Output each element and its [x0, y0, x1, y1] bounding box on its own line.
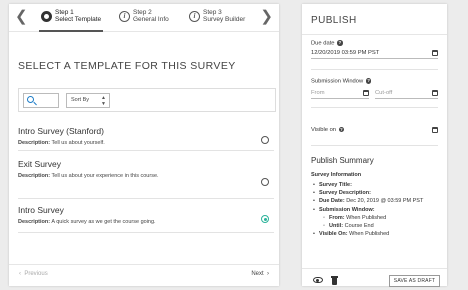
divider: [9, 264, 279, 265]
stepper: ❮ Step 1 Select Template i Step 2 Genera…: [9, 4, 279, 32]
summary-item: Due Date: Dec 20, 2019 @ 03:59 PM PST: [311, 197, 423, 205]
divider: [18, 232, 274, 233]
active-step-underline: [39, 30, 103, 32]
publish-summary-title: Publish Summary: [311, 156, 374, 165]
search-icon: [27, 96, 34, 103]
step-number: Step 2: [133, 9, 152, 16]
from-field[interactable]: From: [311, 89, 369, 99]
template-description: Description: A quick survey as we get th…: [18, 219, 156, 225]
publish-title: PUBLISH: [311, 15, 357, 26]
summary-item: Submission Window:: [311, 206, 423, 214]
divider: [311, 69, 438, 70]
step-title: Survey Builder: [203, 16, 246, 23]
divider: [302, 34, 447, 35]
sort-by-label: Sort By: [71, 97, 90, 103]
summary-subitem: Until: Course End: [311, 222, 423, 230]
template-name: Intro Survey (Stanford): [18, 126, 104, 136]
info-icon: i: [189, 11, 200, 22]
step-number: Step 3: [203, 9, 222, 16]
calendar-icon[interactable]: [432, 127, 438, 133]
help-icon[interactable]: ?: [365, 78, 372, 84]
template-radio[interactable]: [261, 136, 269, 144]
calendar-icon[interactable]: [363, 90, 369, 96]
help-icon[interactable]: ?: [338, 126, 345, 133]
step-title: Select Template: [55, 16, 102, 23]
calendar-icon[interactable]: [432, 50, 438, 56]
template-radio-selected[interactable]: [261, 215, 269, 223]
sort-arrows-icon: ▲ ▼: [101, 95, 106, 107]
page-title: SELECT A TEMPLATE FOR THIS SURVEY: [18, 60, 236, 72]
next-button[interactable]: Next ›: [251, 271, 269, 277]
divider: [18, 150, 274, 151]
submission-window-label: Submission Window ?: [311, 78, 372, 85]
template-panel: ❮ Step 1 Select Template i Step 2 Genera…: [9, 4, 279, 286]
template-name: Intro Survey: [18, 205, 64, 215]
summary-list: Survey Title: Survey Description: Due Da…: [311, 181, 423, 239]
info-icon: i: [119, 11, 130, 22]
due-date-label: Due date ?: [311, 40, 343, 47]
chevron-left-icon[interactable]: ❮: [15, 9, 28, 25]
divider: [311, 107, 438, 108]
preview-eye-icon[interactable]: [313, 277, 323, 283]
summary-subitem: From: When Published: [311, 214, 423, 222]
template-item[interactable]: Intro Survey (Stanford) Description: Tel…: [18, 126, 274, 151]
template-name: Exit Survey: [18, 159, 61, 169]
step-title: General Info: [133, 16, 169, 23]
divider: [311, 145, 438, 146]
template-radio[interactable]: [261, 178, 269, 186]
summary-subtitle: Survey Information: [311, 172, 362, 178]
visible-on-field[interactable]: Visible on ?: [311, 126, 438, 136]
help-icon[interactable]: ?: [337, 40, 343, 46]
sort-by-select[interactable]: Sort By ▲ ▼: [66, 93, 110, 108]
template-item[interactable]: Intro Survey Description: A quick survey…: [18, 205, 274, 233]
template-toolbar: Sort By ▲ ▼: [18, 88, 276, 112]
cutoff-field[interactable]: Cut-off: [375, 89, 438, 99]
summary-item: Visible On: When Published: [311, 230, 423, 238]
step-current-icon: [41, 11, 52, 22]
search-input[interactable]: [23, 93, 59, 108]
divider: [302, 268, 447, 269]
template-item[interactable]: Exit Survey Description: Tell us about y…: [18, 159, 274, 199]
calendar-icon[interactable]: [432, 90, 438, 96]
summary-item: Survey Title:: [311, 181, 423, 189]
previous-button[interactable]: ‹ Previous: [19, 271, 48, 277]
summary-item: Survey Description:: [311, 189, 423, 197]
step-number: Step 1: [55, 9, 74, 16]
chevron-right-icon[interactable]: ❯: [260, 9, 273, 25]
template-description: Description: Tell us about your experien…: [18, 173, 159, 179]
due-date-field[interactable]: 12/20/2019 03:59 PM PST: [311, 49, 438, 59]
publish-panel: PUBLISH Due date ? 12/20/2019 03:59 PM P…: [302, 4, 447, 287]
divider: [18, 198, 274, 199]
trash-icon[interactable]: [331, 276, 338, 285]
save-as-draft-button[interactable]: SAVE AS DRAFT: [389, 275, 440, 287]
template-description: Description: Tell us about yourself.: [18, 140, 105, 146]
